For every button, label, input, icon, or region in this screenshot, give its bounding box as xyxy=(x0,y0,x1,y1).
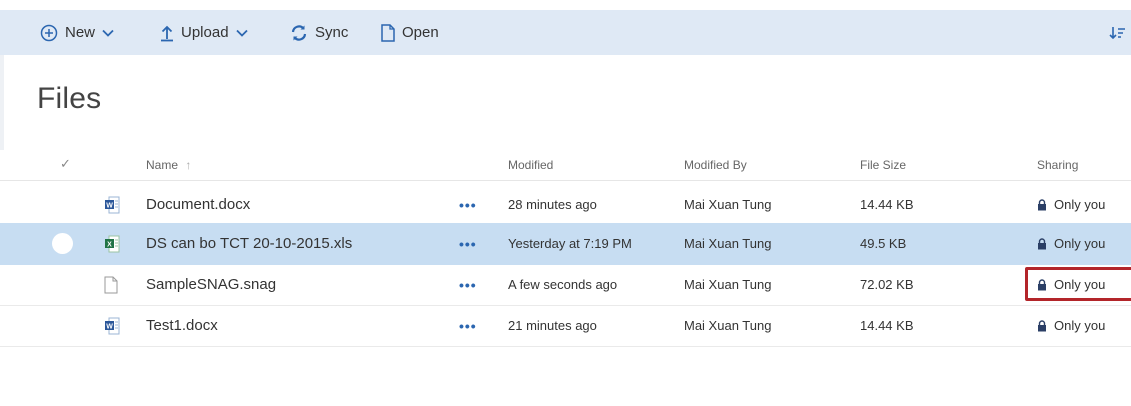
more-actions-button[interactable]: ••• xyxy=(459,264,477,305)
table-row[interactable]: W Document.docx ••• 28 minutes ago Mai X… xyxy=(0,184,1131,226)
sharing-cell[interactable]: Only you xyxy=(1037,223,1105,264)
sharing-label: Only you xyxy=(1054,197,1106,212)
modified-by-cell: Mai Xuan Tung xyxy=(684,197,772,212)
upload-arrow-icon xyxy=(160,24,174,42)
excel-doc-icon: X xyxy=(104,223,120,264)
sync-button[interactable]: Sync xyxy=(290,10,348,55)
upload-button[interactable]: Upload xyxy=(160,10,248,55)
svg-text:W: W xyxy=(106,323,113,330)
more-actions-button[interactable]: ••• xyxy=(459,305,477,346)
modified-cell: Yesterday at 7:19 PM xyxy=(508,236,632,251)
column-header-modified[interactable]: Modified xyxy=(508,158,553,172)
command-bar: New Upload Sync Open xyxy=(0,10,1131,55)
column-header-file-size[interactable]: File Size xyxy=(860,158,906,172)
sync-icon xyxy=(290,24,308,42)
column-header-sharing[interactable]: Sharing xyxy=(1037,158,1078,172)
file-name[interactable]: DS can bo TCT 20-10-2015.xls xyxy=(146,223,352,264)
new-label: New xyxy=(65,24,96,41)
column-header-modified-by[interactable]: Modified By xyxy=(684,158,747,172)
chevron-down-icon xyxy=(235,29,248,37)
modified-cell: 21 minutes ago xyxy=(508,318,597,333)
word-doc-icon: W xyxy=(104,305,120,346)
sharing-label: Only you xyxy=(1054,236,1106,251)
word-doc-icon: W xyxy=(104,184,120,225)
file-size-cell: 14.44 KB xyxy=(860,197,914,212)
generic-file-icon xyxy=(104,264,118,305)
file-name[interactable]: Document.docx xyxy=(146,184,250,225)
modified-by-cell: Mai Xuan Tung xyxy=(684,236,772,251)
highlight-box xyxy=(1025,267,1131,301)
table-row[interactable]: W Test1.docx ••• 21 minutes ago Mai Xuan… xyxy=(0,305,1131,347)
sort-ascending-icon: ↑ xyxy=(185,158,192,172)
lock-icon xyxy=(1037,237,1047,250)
more-actions-button[interactable]: ••• xyxy=(459,223,477,264)
table-row[interactable]: X DS can bo TCT 20-10-2015.xls ••• Yeste… xyxy=(0,223,1131,265)
file-size-cell: 72.02 KB xyxy=(860,277,914,292)
file-size-cell: 14.44 KB xyxy=(860,318,914,333)
modified-by-cell: Mai Xuan Tung xyxy=(684,318,772,333)
more-actions-button[interactable]: ••• xyxy=(459,184,477,225)
modified-by-cell: Mai Xuan Tung xyxy=(684,277,772,292)
open-button[interactable]: Open xyxy=(381,10,439,55)
file-size-cell: 49.5 KB xyxy=(860,236,907,251)
sharing-cell[interactable]: Only you xyxy=(1037,305,1105,346)
document-icon xyxy=(381,23,395,42)
svg-text:X: X xyxy=(107,241,112,248)
page-title: Files xyxy=(37,82,102,115)
table-row[interactable]: SampleSNAG.snag ••• A few seconds ago Ma… xyxy=(0,264,1131,306)
modified-cell: A few seconds ago xyxy=(508,277,618,292)
file-name[interactable]: Test1.docx xyxy=(146,305,218,346)
select-all-check-icon[interactable]: ✓ xyxy=(60,156,71,172)
lock-icon xyxy=(1037,198,1047,211)
modified-cell: 28 minutes ago xyxy=(508,197,597,212)
upload-label: Upload xyxy=(181,24,229,41)
svg-text:W: W xyxy=(106,202,113,209)
row-select-radio[interactable] xyxy=(52,233,73,254)
plus-circle-icon xyxy=(40,24,58,42)
column-header-name-label: Name xyxy=(146,158,179,172)
file-name[interactable]: SampleSNAG.snag xyxy=(146,264,276,305)
list-header: ✓ Name ↑ Modified Modified By File Size … xyxy=(0,150,1131,181)
sharing-cell[interactable]: Only you xyxy=(1037,184,1105,225)
sync-label: Sync xyxy=(315,24,349,41)
sort-icon[interactable] xyxy=(1109,10,1125,55)
open-label: Open xyxy=(402,24,439,41)
sharing-label: Only you xyxy=(1054,318,1106,333)
new-button[interactable]: New xyxy=(40,10,114,55)
lock-icon xyxy=(1037,319,1047,332)
chevron-down-icon xyxy=(102,29,114,37)
column-header-name[interactable]: Name ↑ xyxy=(146,158,191,172)
left-rail xyxy=(0,55,4,150)
